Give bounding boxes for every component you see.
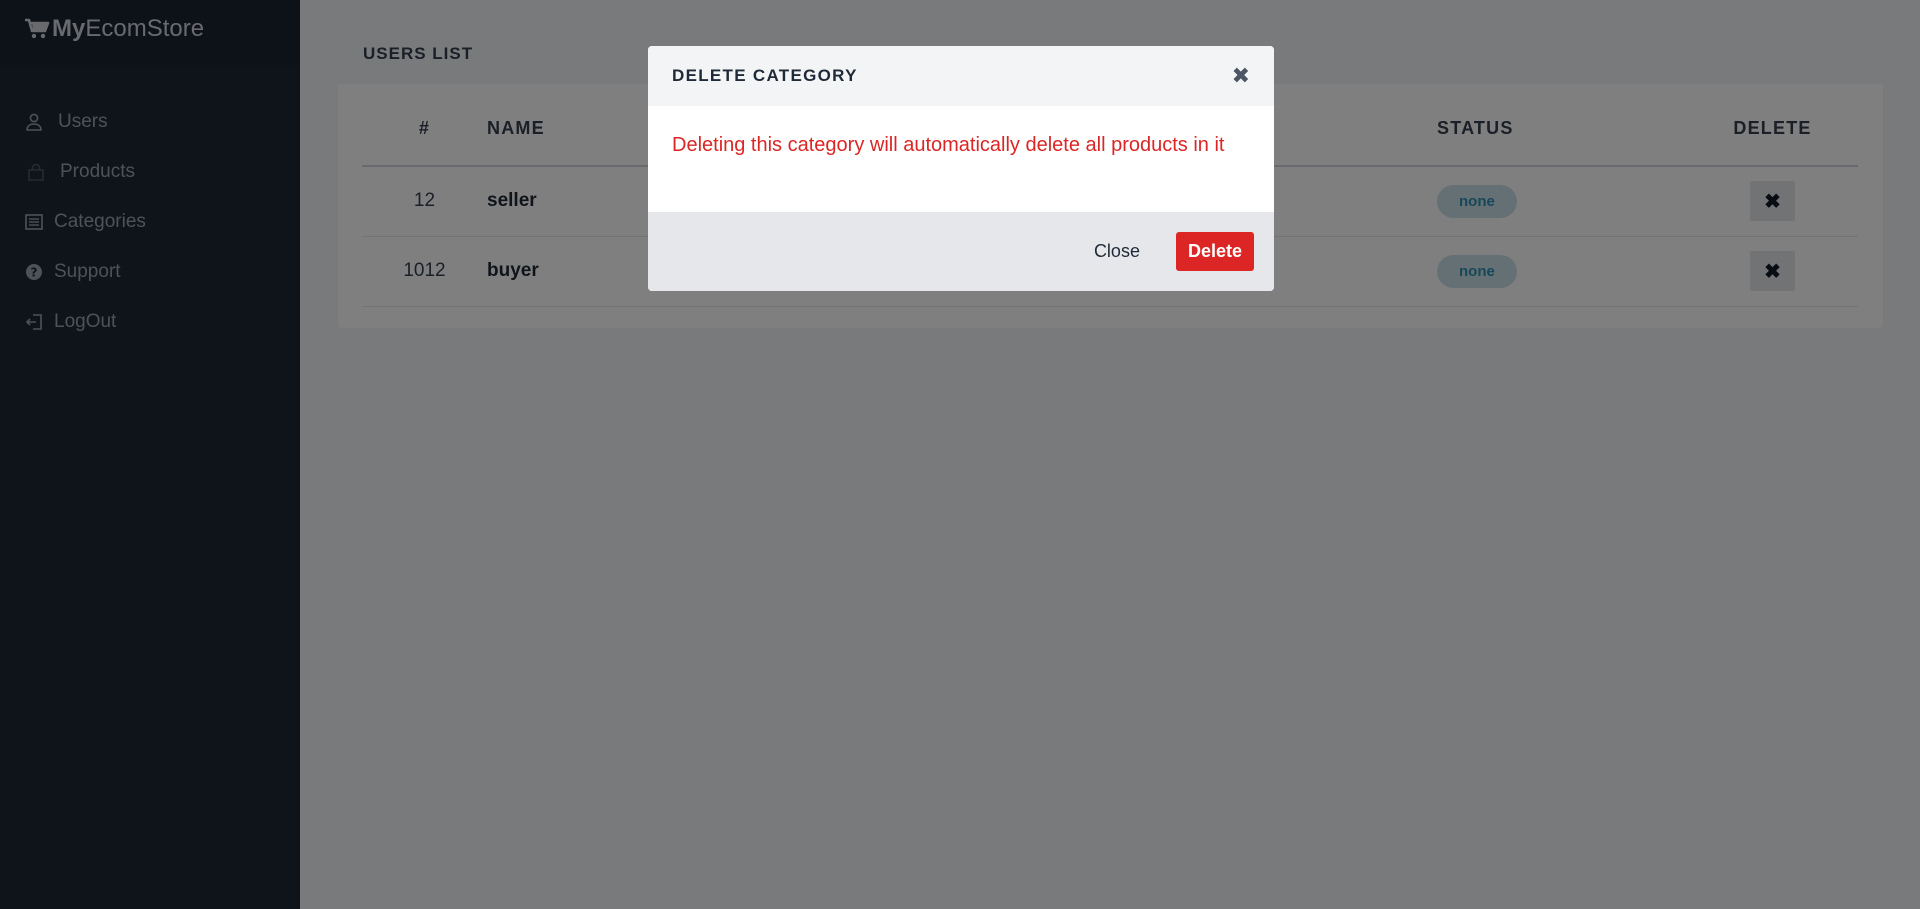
modal-message: Deleting this category will automaticall… [672,134,1225,156]
close-icon[interactable]: ✖ [1232,63,1250,89]
delete-category-modal: DELETE CATEGORY ✖ Deleting this category… [648,46,1274,291]
modal-header: DELETE CATEGORY ✖ [648,46,1274,106]
delete-button[interactable]: Delete [1175,232,1254,271]
modal-footer: Close Delete [648,212,1274,291]
close-button[interactable]: Close [1094,241,1140,262]
modal-title: DELETE CATEGORY [672,66,858,85]
